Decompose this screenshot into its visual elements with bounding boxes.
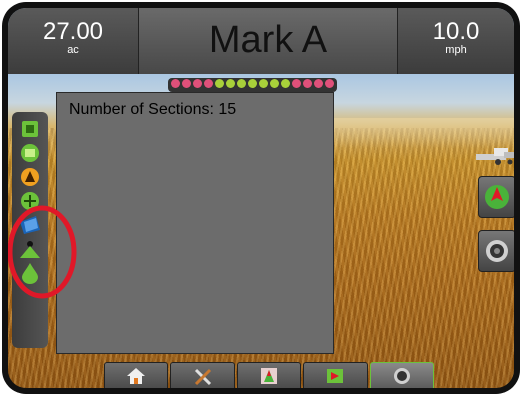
display-device: 27.00 ac Mark A 10.0 mph Number of Secti… [2,2,520,394]
section-icon[interactable] [16,142,44,164]
tab-tools[interactable] [170,362,235,388]
section-led [303,79,312,88]
section-led [237,79,246,88]
number-of-sections: Number of Sections: 15 [69,101,237,118]
tab-field-view[interactable] [303,362,368,388]
compass-button[interactable] [478,176,514,218]
page-title: Mark A [208,19,328,61]
section-led [314,79,323,88]
section-led [171,79,180,88]
title-panel[interactable]: Mark A [139,8,398,74]
section-led [270,79,279,88]
section-led [292,79,301,88]
camera-button[interactable] [478,230,514,272]
area-value: 27.00 [42,18,104,45]
section-led [193,79,202,88]
tab-vehicle-view[interactable] [236,362,302,388]
section-led [325,79,334,88]
section-led [281,79,290,88]
section-led [204,79,213,88]
boom-width-icon[interactable] [16,118,44,140]
tools-icon [194,368,211,386]
section-led [226,79,235,88]
camera-view-icon [393,368,410,384]
vehicle-view-icon [261,368,278,384]
bottom-tab-bar [104,362,435,388]
guidance-mode-icon[interactable] [16,166,44,188]
area-unit: ac [67,44,79,56]
screen: 27.00 ac Mark A 10.0 mph Number of Secti… [8,8,514,388]
highlight-circle [8,205,77,299]
speed-readout[interactable]: 10.0 mph [398,8,514,74]
tab-camera-view[interactable] [369,362,435,388]
section-led [182,79,191,88]
section-led [215,79,224,88]
camera-icon [486,240,508,262]
home-icon [127,368,146,384]
boom-section-indicator [168,78,337,92]
speed-unit: mph [445,44,467,56]
field-view-icon [327,369,344,383]
speed-value: 10.0 [432,18,480,45]
section-info-panel: Number of Sections: 15 [56,92,334,354]
section-led [248,79,257,88]
tab-home[interactable] [104,362,169,388]
compass-icon [485,185,509,209]
area-readout[interactable]: 27.00 ac [8,8,139,74]
combine-icon [476,148,514,165]
section-led [259,79,268,88]
